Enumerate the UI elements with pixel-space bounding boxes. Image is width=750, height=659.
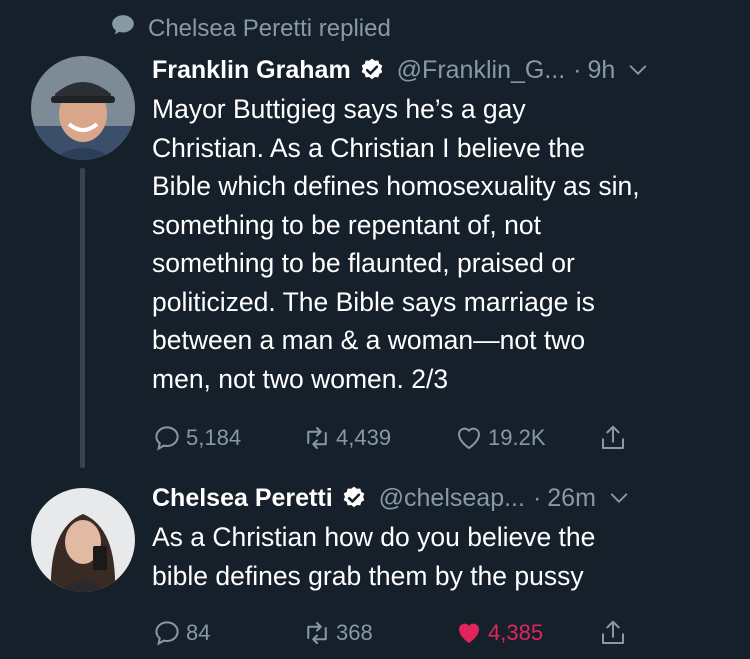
like-count: 4,385: [488, 620, 544, 645]
author-name[interactable]: Chelsea Peretti: [152, 484, 333, 513]
chevron-down-icon[interactable]: [608, 487, 630, 509]
tweet-text: Mayor Buttigieg says he’s a gay Christia…: [152, 94, 640, 394]
author-handle[interactable]: @chelseap...: [379, 484, 525, 513]
tweet-time[interactable]: 26m: [547, 484, 596, 513]
retweet-button[interactable]: 368: [302, 618, 373, 648]
separator-dot: ·: [532, 483, 542, 512]
avatar-chelsea-peretti[interactable]: [31, 488, 135, 592]
retweet-button[interactable]: 4,439: [302, 423, 391, 453]
verified-badge-icon: [343, 486, 364, 508]
retweet-icon: [307, 427, 327, 449]
tweet-header: Franklin Graham @Franklin_G... · 9h: [152, 52, 726, 88]
retweet-icon: [307, 622, 327, 644]
retweet-count: 4,439: [336, 425, 392, 450]
reply-count: 84: [186, 620, 211, 645]
tweet-actions: 84 368 4,385: [152, 617, 672, 649]
tweet-franklin-graham[interactable]: Franklin Graham @Franklin_G... · 9h Mayo…: [152, 52, 726, 398]
heart-icon: [459, 623, 479, 643]
share-button[interactable]: [598, 423, 628, 453]
speech-bubble-icon: [110, 12, 136, 45]
reply-icon: [155, 426, 179, 451]
like-button[interactable]: 19.2K: [454, 423, 546, 453]
tweet-time[interactable]: 9h: [587, 56, 615, 85]
verified-badge-icon: [361, 58, 382, 80]
tweet-actions: 5,184 4,439 19.2K: [152, 422, 672, 454]
chevron-down-icon[interactable]: [627, 59, 649, 81]
share-icon: [602, 425, 624, 449]
tweet-header: Chelsea Peretti @chelseap... · 26m: [152, 480, 726, 516]
thread-connector: [80, 168, 85, 468]
reply-context: Chelsea Peretti replied: [110, 12, 391, 45]
tweet-chelsea-peretti[interactable]: Chelsea Peretti @chelseap... · 26m As a …: [152, 480, 726, 595]
separator-dot: ·: [573, 55, 582, 84]
like-count: 19.2K: [488, 425, 546, 450]
reply-button[interactable]: 5,184: [152, 423, 241, 453]
author-handle[interactable]: @Franklin_G...: [397, 56, 565, 85]
heart-icon: [458, 427, 480, 449]
reply-icon: [155, 621, 179, 646]
like-button[interactable]: 4,385: [454, 618, 543, 648]
share-button[interactable]: [598, 618, 628, 648]
tweet-text: As a Christian how do you believe the bi…: [152, 522, 596, 591]
reply-button[interactable]: 84: [152, 618, 210, 648]
reply-count: 5,184: [186, 425, 242, 450]
retweet-count: 368: [336, 620, 373, 645]
avatar-franklin-graham[interactable]: [31, 56, 135, 160]
reply-context-label: Chelsea Peretti replied: [148, 14, 391, 42]
author-name[interactable]: Franklin Graham: [152, 56, 351, 85]
share-icon: [602, 620, 624, 644]
